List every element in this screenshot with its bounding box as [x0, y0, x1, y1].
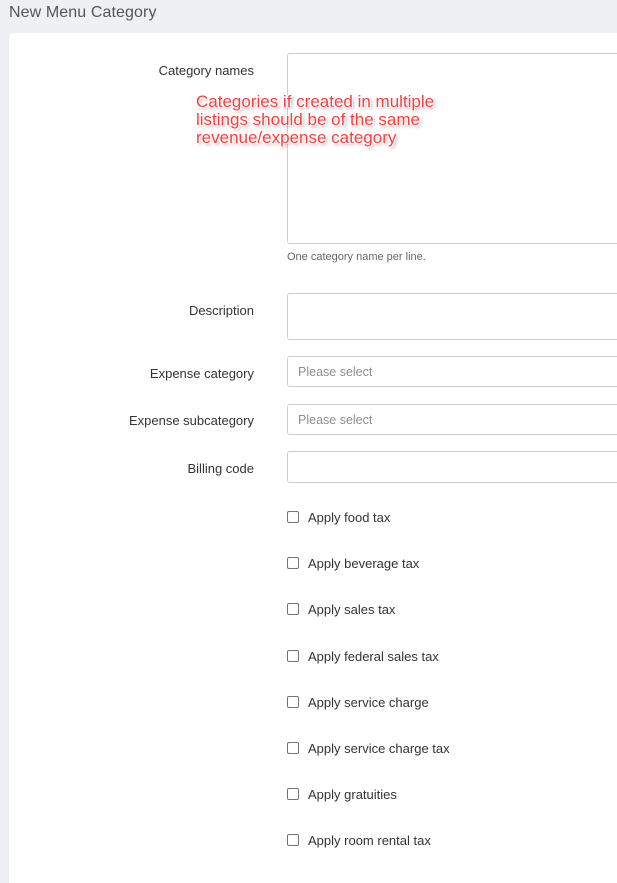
checkbox-label: Apply service charge tax — [308, 740, 450, 756]
expense-subcategory-select[interactable]: Please select — [287, 404, 617, 435]
description-field[interactable] — [287, 293, 617, 340]
apply-service-charge-tax-row[interactable]: Apply service charge tax — [287, 739, 450, 757]
checkbox-label: Apply gratuities — [308, 786, 397, 802]
checkbox-label: Apply beverage tax — [308, 555, 420, 571]
category-names-label: Category names — [158, 63, 254, 78]
category-names-help: One category name per line. — [287, 251, 426, 263]
expense-category-select[interactable]: Please select — [287, 356, 617, 387]
apply-service-charge-row[interactable]: Apply service charge — [287, 693, 429, 711]
category-names-textarea[interactable] — [287, 53, 617, 244]
description-label: Description — [188, 303, 254, 318]
checkbox[interactable] — [287, 788, 299, 800]
checkbox-label: Apply service charge — [308, 694, 429, 710]
billing-code-field[interactable] — [287, 451, 617, 483]
page-title: New Menu Category — [9, 4, 157, 21]
checkbox[interactable] — [287, 834, 299, 846]
apply-gratuities-row[interactable]: Apply gratuities — [287, 785, 397, 803]
annotation-line: revenue/expense category — [196, 128, 397, 147]
apply-sales-tax-row[interactable]: Apply sales tax — [287, 600, 395, 618]
expense-subcategory-label: Expense subcategory — [128, 413, 254, 428]
expense-category-label: Expense category — [149, 366, 254, 381]
checkbox[interactable] — [287, 696, 299, 708]
checkbox-label: Apply food tax — [308, 509, 391, 525]
apply-room-rental-tax-row[interactable]: Apply room rental tax — [287, 831, 431, 849]
checkbox-label: Apply sales tax — [308, 601, 396, 617]
checkbox[interactable] — [287, 603, 299, 615]
apply-beverage-tax-row[interactable]: Apply beverage tax — [287, 554, 419, 572]
checkbox-label: Apply room rental tax — [308, 832, 431, 848]
expense-subcategory-placeholder: Please select — [298, 412, 373, 427]
checkbox-label: Apply federal sales tax — [308, 648, 439, 664]
apply-food-tax-row[interactable]: Apply food tax — [287, 508, 390, 526]
expense-category-placeholder: Please select — [298, 364, 373, 379]
checkbox[interactable] — [287, 511, 299, 523]
checkbox[interactable] — [287, 557, 299, 569]
annotation-line: Categories if created in multiple — [196, 92, 435, 111]
checkbox[interactable] — [287, 742, 299, 754]
billing-code-label: Billing code — [187, 461, 255, 476]
apply-federal-sales-tax-row[interactable]: Apply federal sales tax — [287, 647, 439, 665]
annotation-note: Categories if created in multiple listin… — [196, 93, 434, 147]
checkbox[interactable] — [287, 650, 299, 662]
annotation-line: listings should be of the same — [196, 110, 420, 129]
